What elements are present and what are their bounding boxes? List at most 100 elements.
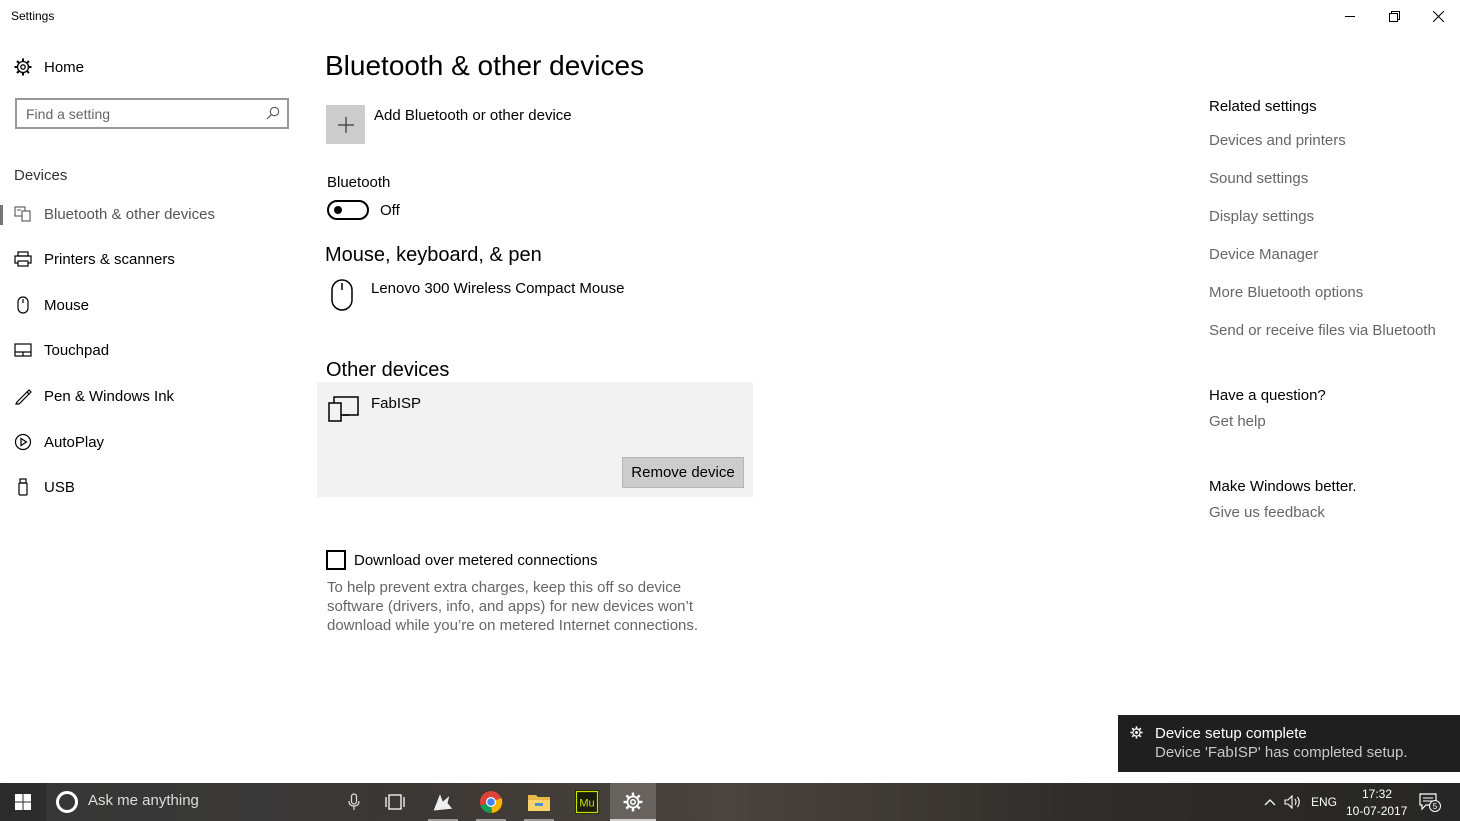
mouse-device-item[interactable]: Lenovo 300 Wireless Compact Mouse [330, 278, 624, 312]
clock-time[interactable]: 17:32 [1362, 787, 1392, 801]
pinned-app-chrome[interactable] [468, 783, 514, 821]
toast-title: Device setup complete [1155, 725, 1307, 742]
bluetooth-label: Bluetooth [327, 174, 391, 191]
gear-icon [1130, 726, 1143, 739]
pinned-app-inkscape[interactable] [420, 783, 466, 821]
notification-toast[interactable]: Device setup complete Device 'FabISP' ha… [1118, 715, 1460, 772]
add-device-label: Add Bluetooth or other device [374, 107, 572, 124]
title-bar: Settings [0, 0, 1460, 32]
close-icon [1432, 10, 1444, 22]
muse-app-icon: Mu [575, 790, 599, 814]
volume-button[interactable] [1282, 783, 1304, 821]
cortana-search[interactable] [46, 783, 368, 821]
search-input[interactable] [26, 105, 256, 122]
microphone-icon[interactable] [348, 793, 360, 811]
mouse-device-icon [331, 279, 353, 311]
muse-app-label: Mu [579, 798, 594, 810]
pinned-app-file-explorer[interactable] [516, 783, 562, 821]
active-indicator [0, 205, 3, 225]
taskbar-search-input[interactable] [88, 792, 328, 809]
usb-icon [14, 478, 32, 496]
autoplay-icon [14, 433, 32, 451]
toggle-knob [334, 206, 342, 214]
metered-download-option[interactable]: Download over metered connections [326, 550, 597, 570]
show-hidden-icons-button[interactable] [1260, 783, 1280, 821]
task-view-button[interactable] [372, 783, 418, 821]
sidebar-item-touchpad[interactable]: Touchpad [0, 330, 305, 370]
home-label: Home [44, 58, 85, 76]
window-title: Settings [11, 9, 55, 23]
sidebar-item-mouse[interactable]: Mouse [0, 285, 305, 325]
link-more-bluetooth-options[interactable]: More Bluetooth options [1209, 284, 1363, 301]
sidebar-item-printers[interactable]: Printers & scanners [0, 239, 305, 279]
bluetooth-state: Off [380, 202, 400, 219]
home-link[interactable]: Home [14, 58, 84, 76]
bluetooth-devices-icon [14, 205, 32, 223]
mouse-icon [14, 296, 32, 314]
page-title: Bluetooth & other devices [325, 50, 645, 81]
pen-tool-app-icon [432, 791, 454, 812]
minimize-button[interactable] [1328, 0, 1372, 32]
windows-logo-icon [15, 794, 31, 810]
generic-device-icon [328, 396, 359, 422]
related-settings-heading: Related settings [1209, 98, 1317, 115]
link-display-settings[interactable]: Display settings [1209, 208, 1314, 225]
restore-icon [1388, 10, 1400, 22]
task-view-icon [385, 794, 405, 810]
minimize-icon [1344, 15, 1355, 17]
metered-checkbox[interactable] [326, 550, 346, 570]
plus-icon [337, 116, 354, 133]
close-button[interactable] [1416, 0, 1460, 32]
other-devices-title: Other devices [326, 359, 450, 381]
remove-device-button[interactable]: Remove device [622, 457, 744, 488]
sidebar-item-bluetooth[interactable]: Bluetooth & other devices [0, 194, 305, 234]
other-device-card[interactable]: FabISP Remove device [317, 382, 753, 497]
other-device-name: FabISP [371, 395, 422, 412]
search-icon[interactable] [266, 106, 280, 120]
restore-button[interactable] [1372, 0, 1416, 32]
pinned-app-muse[interactable]: Mu [564, 783, 610, 821]
taskbar: Mu ENG 17:32 10-07-2017 [0, 783, 1460, 821]
notification-icon: 5 [1419, 793, 1441, 812]
feedback-heading: Make Windows better. [1209, 478, 1357, 495]
search-box[interactable] [15, 98, 289, 129]
add-device-button[interactable]: Add Bluetooth or other device [326, 105, 572, 144]
sidebar-item-label: USB [44, 478, 75, 496]
add-tile [326, 105, 365, 144]
sidebar-item-usb[interactable]: USB [0, 467, 305, 507]
sidebar-item-label: Touchpad [44, 341, 110, 359]
printer-icon [14, 250, 32, 268]
sidebar-item-pen[interactable]: Pen & Windows Ink [0, 376, 305, 416]
pen-icon [14, 387, 32, 405]
sidebar-item-label: Bluetooth & other devices [44, 205, 215, 223]
bluetooth-toggle[interactable] [327, 200, 369, 220]
link-device-manager[interactable]: Device Manager [1209, 246, 1318, 263]
settings-gear-icon [623, 792, 643, 812]
action-center-button[interactable]: 5 [1410, 783, 1450, 821]
sidebar-item-autoplay[interactable]: AutoPlay [0, 422, 305, 462]
language-indicator[interactable]: ENG [1311, 795, 1337, 809]
pinned-app-settings[interactable] [610, 783, 656, 821]
sidebar-item-label: Mouse [44, 296, 90, 314]
sidebar: Home Devices Bluetooth & other devices P… [0, 32, 305, 782]
sidebar-item-label: Pen & Windows Ink [44, 387, 175, 405]
toast-body: Device 'FabISP' has completed setup. [1155, 744, 1408, 761]
metered-label: Download over metered connections [354, 551, 598, 569]
folder-icon [528, 795, 550, 811]
touchpad-icon [14, 341, 32, 359]
volume-icon [1284, 795, 1300, 809]
notification-count: 5 [1433, 802, 1438, 811]
get-help-link[interactable]: Get help [1209, 413, 1266, 430]
chevron-up-icon [1264, 799, 1276, 806]
gear-icon [14, 58, 32, 76]
mouse-section-title: Mouse, keyboard, & pen [325, 244, 542, 266]
start-button[interactable] [0, 783, 46, 821]
link-sound-settings[interactable]: Sound settings [1209, 170, 1308, 187]
link-devices-and-printers[interactable]: Devices and printers [1209, 132, 1346, 149]
give-feedback-link[interactable]: Give us feedback [1209, 504, 1325, 521]
chrome-icon [480, 791, 503, 814]
question-heading: Have a question? [1209, 387, 1326, 404]
clock-date[interactable]: 10-07-2017 [1346, 804, 1407, 818]
sidebar-item-label: AutoPlay [44, 433, 105, 451]
link-send-receive-bluetooth[interactable]: Send or receive files via Bluetooth [1209, 322, 1436, 339]
